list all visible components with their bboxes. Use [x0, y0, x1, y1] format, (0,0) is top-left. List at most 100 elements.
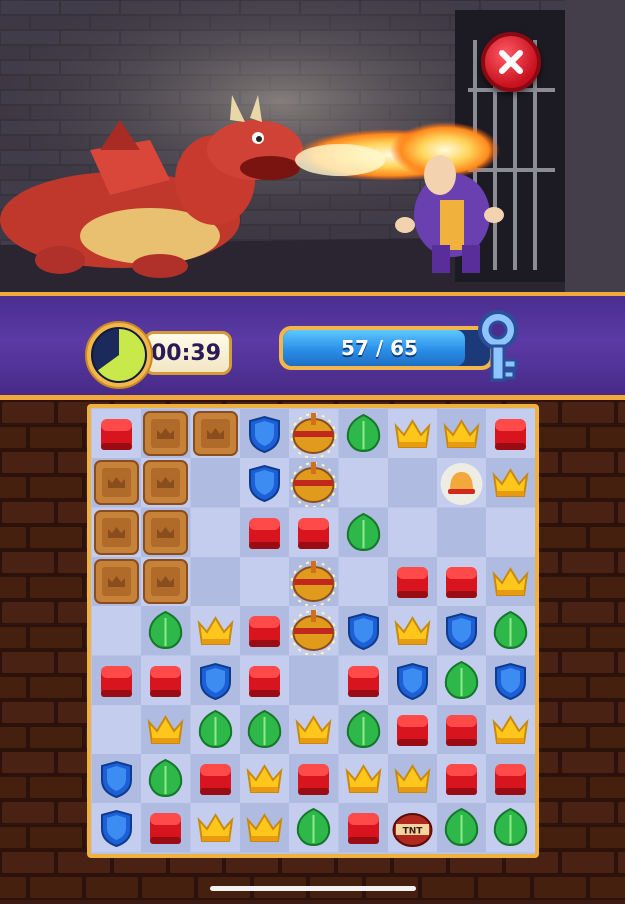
- board-cell[interactable]: [437, 458, 487, 508]
- board-cell[interactable]: [141, 606, 191, 656]
- board-cell[interactable]: [92, 606, 141, 656]
- board-cell[interactable]: [239, 606, 289, 656]
- board-cell[interactable]: [190, 704, 240, 754]
- board-cell[interactable]: [239, 507, 289, 557]
- red-gem[interactable]: [437, 557, 486, 606]
- red-gem[interactable]: [240, 508, 289, 557]
- blue-shield-gem[interactable]: [92, 754, 141, 803]
- yellow-crown-gem[interactable]: [388, 409, 437, 458]
- board-cell[interactable]: [239, 803, 289, 853]
- green-leaf-gem[interactable]: [437, 803, 486, 852]
- board-cell[interactable]: [190, 803, 240, 853]
- crown-crate-blocker[interactable]: [92, 557, 141, 606]
- board-cell[interactable]: [486, 754, 535, 804]
- board-cell[interactable]: [239, 556, 289, 606]
- board-cell[interactable]: [141, 803, 191, 853]
- yellow-crown-gem[interactable]: [191, 606, 240, 655]
- board-cell[interactable]: [387, 458, 437, 508]
- crown-crate-blocker[interactable]: [92, 458, 141, 507]
- red-gem[interactable]: [486, 409, 535, 458]
- board-cell[interactable]: [338, 803, 388, 853]
- board-cell[interactable]: [239, 754, 289, 804]
- board-cell[interactable]: [437, 507, 487, 557]
- yellow-crown-gem[interactable]: [486, 458, 535, 507]
- green-leaf-gem[interactable]: [191, 705, 240, 754]
- board-cell[interactable]: [92, 458, 141, 508]
- board-cell[interactable]: [338, 606, 388, 656]
- board-cell[interactable]: [437, 556, 487, 606]
- board-cell[interactable]: [289, 803, 339, 853]
- board-cell[interactable]: [141, 409, 191, 458]
- board-cell[interactable]: [141, 655, 191, 705]
- blue-shield-gem[interactable]: [339, 606, 388, 655]
- board-cell[interactable]: [190, 409, 240, 458]
- board-cell[interactable]: [387, 655, 437, 705]
- yellow-crown-gem[interactable]: [289, 705, 338, 754]
- blue-shield-gem[interactable]: [486, 656, 535, 705]
- board-cell[interactable]: [437, 606, 487, 656]
- red-gem[interactable]: [191, 754, 240, 803]
- yellow-crown-gem[interactable]: [240, 754, 289, 803]
- board-cell[interactable]: [338, 655, 388, 705]
- crown-crate-blocker[interactable]: [92, 508, 141, 557]
- yellow-crown-gem[interactable]: [437, 409, 486, 458]
- board-cell[interactable]: [289, 507, 339, 557]
- yellow-crown-gem[interactable]: [191, 803, 240, 852]
- blue-shield-gem[interactable]: [388, 656, 437, 705]
- yellow-crown-gem[interactable]: [141, 705, 190, 754]
- board-cell[interactable]: [486, 606, 535, 656]
- board-cell[interactable]: [92, 409, 141, 458]
- green-leaf-gem[interactable]: [240, 705, 289, 754]
- board-cell[interactable]: [338, 458, 388, 508]
- red-gem[interactable]: [437, 705, 486, 754]
- board-cell[interactable]: [338, 409, 388, 458]
- green-leaf-gem[interactable]: [339, 508, 388, 557]
- board-cell[interactable]: [190, 754, 240, 804]
- board-cell[interactable]: [239, 655, 289, 705]
- bell-booster[interactable]: [437, 458, 486, 507]
- close-button[interactable]: [481, 32, 541, 92]
- rocket-barrel-booster[interactable]: [289, 606, 338, 656]
- board-cell[interactable]: [387, 556, 437, 606]
- board-cell[interactable]: [141, 704, 191, 754]
- board-cell[interactable]: [239, 409, 289, 458]
- crown-crate-blocker[interactable]: [141, 557, 190, 606]
- red-gem[interactable]: [92, 656, 141, 705]
- board-cell[interactable]: [92, 556, 141, 606]
- board-cell[interactable]: [289, 704, 339, 754]
- board-cell[interactable]: [239, 458, 289, 508]
- board-cell[interactable]: [387, 606, 437, 656]
- crown-crate-blocker[interactable]: [141, 409, 190, 458]
- blue-shield-gem[interactable]: [240, 409, 289, 458]
- crown-crate-blocker[interactable]: [191, 409, 240, 458]
- board-cell[interactable]: [289, 556, 339, 606]
- board-cell[interactable]: [289, 655, 339, 705]
- board-cell[interactable]: [437, 409, 487, 458]
- red-gem[interactable]: [289, 754, 338, 803]
- green-leaf-gem[interactable]: [486, 606, 535, 655]
- red-gem[interactable]: [240, 606, 289, 655]
- board-cell[interactable]: [486, 655, 535, 705]
- board-cell[interactable]: [239, 704, 289, 754]
- red-gem[interactable]: [388, 557, 437, 606]
- board-cell[interactable]: [486, 458, 535, 508]
- board-cell[interactable]: [190, 655, 240, 705]
- green-leaf-gem[interactable]: [486, 803, 535, 852]
- board-cell[interactable]: [141, 754, 191, 804]
- blue-shield-gem[interactable]: [191, 656, 240, 705]
- board-cell[interactable]: [338, 507, 388, 557]
- board-cell[interactable]: [92, 507, 141, 557]
- board-cell[interactable]: [486, 556, 535, 606]
- yellow-crown-gem[interactable]: [388, 754, 437, 803]
- board-cell[interactable]: [141, 458, 191, 508]
- red-gem[interactable]: [141, 656, 190, 705]
- board-cell[interactable]: [387, 704, 437, 754]
- green-leaf-gem[interactable]: [289, 803, 338, 852]
- board-cell[interactable]: [92, 704, 141, 754]
- rocket-barrel-booster[interactable]: [289, 557, 338, 606]
- board-cell[interactable]: [486, 704, 535, 754]
- board-cell[interactable]: [289, 754, 339, 804]
- board-cell[interactable]: [92, 754, 141, 804]
- red-gem[interactable]: [339, 803, 388, 852]
- board-cell[interactable]: [338, 754, 388, 804]
